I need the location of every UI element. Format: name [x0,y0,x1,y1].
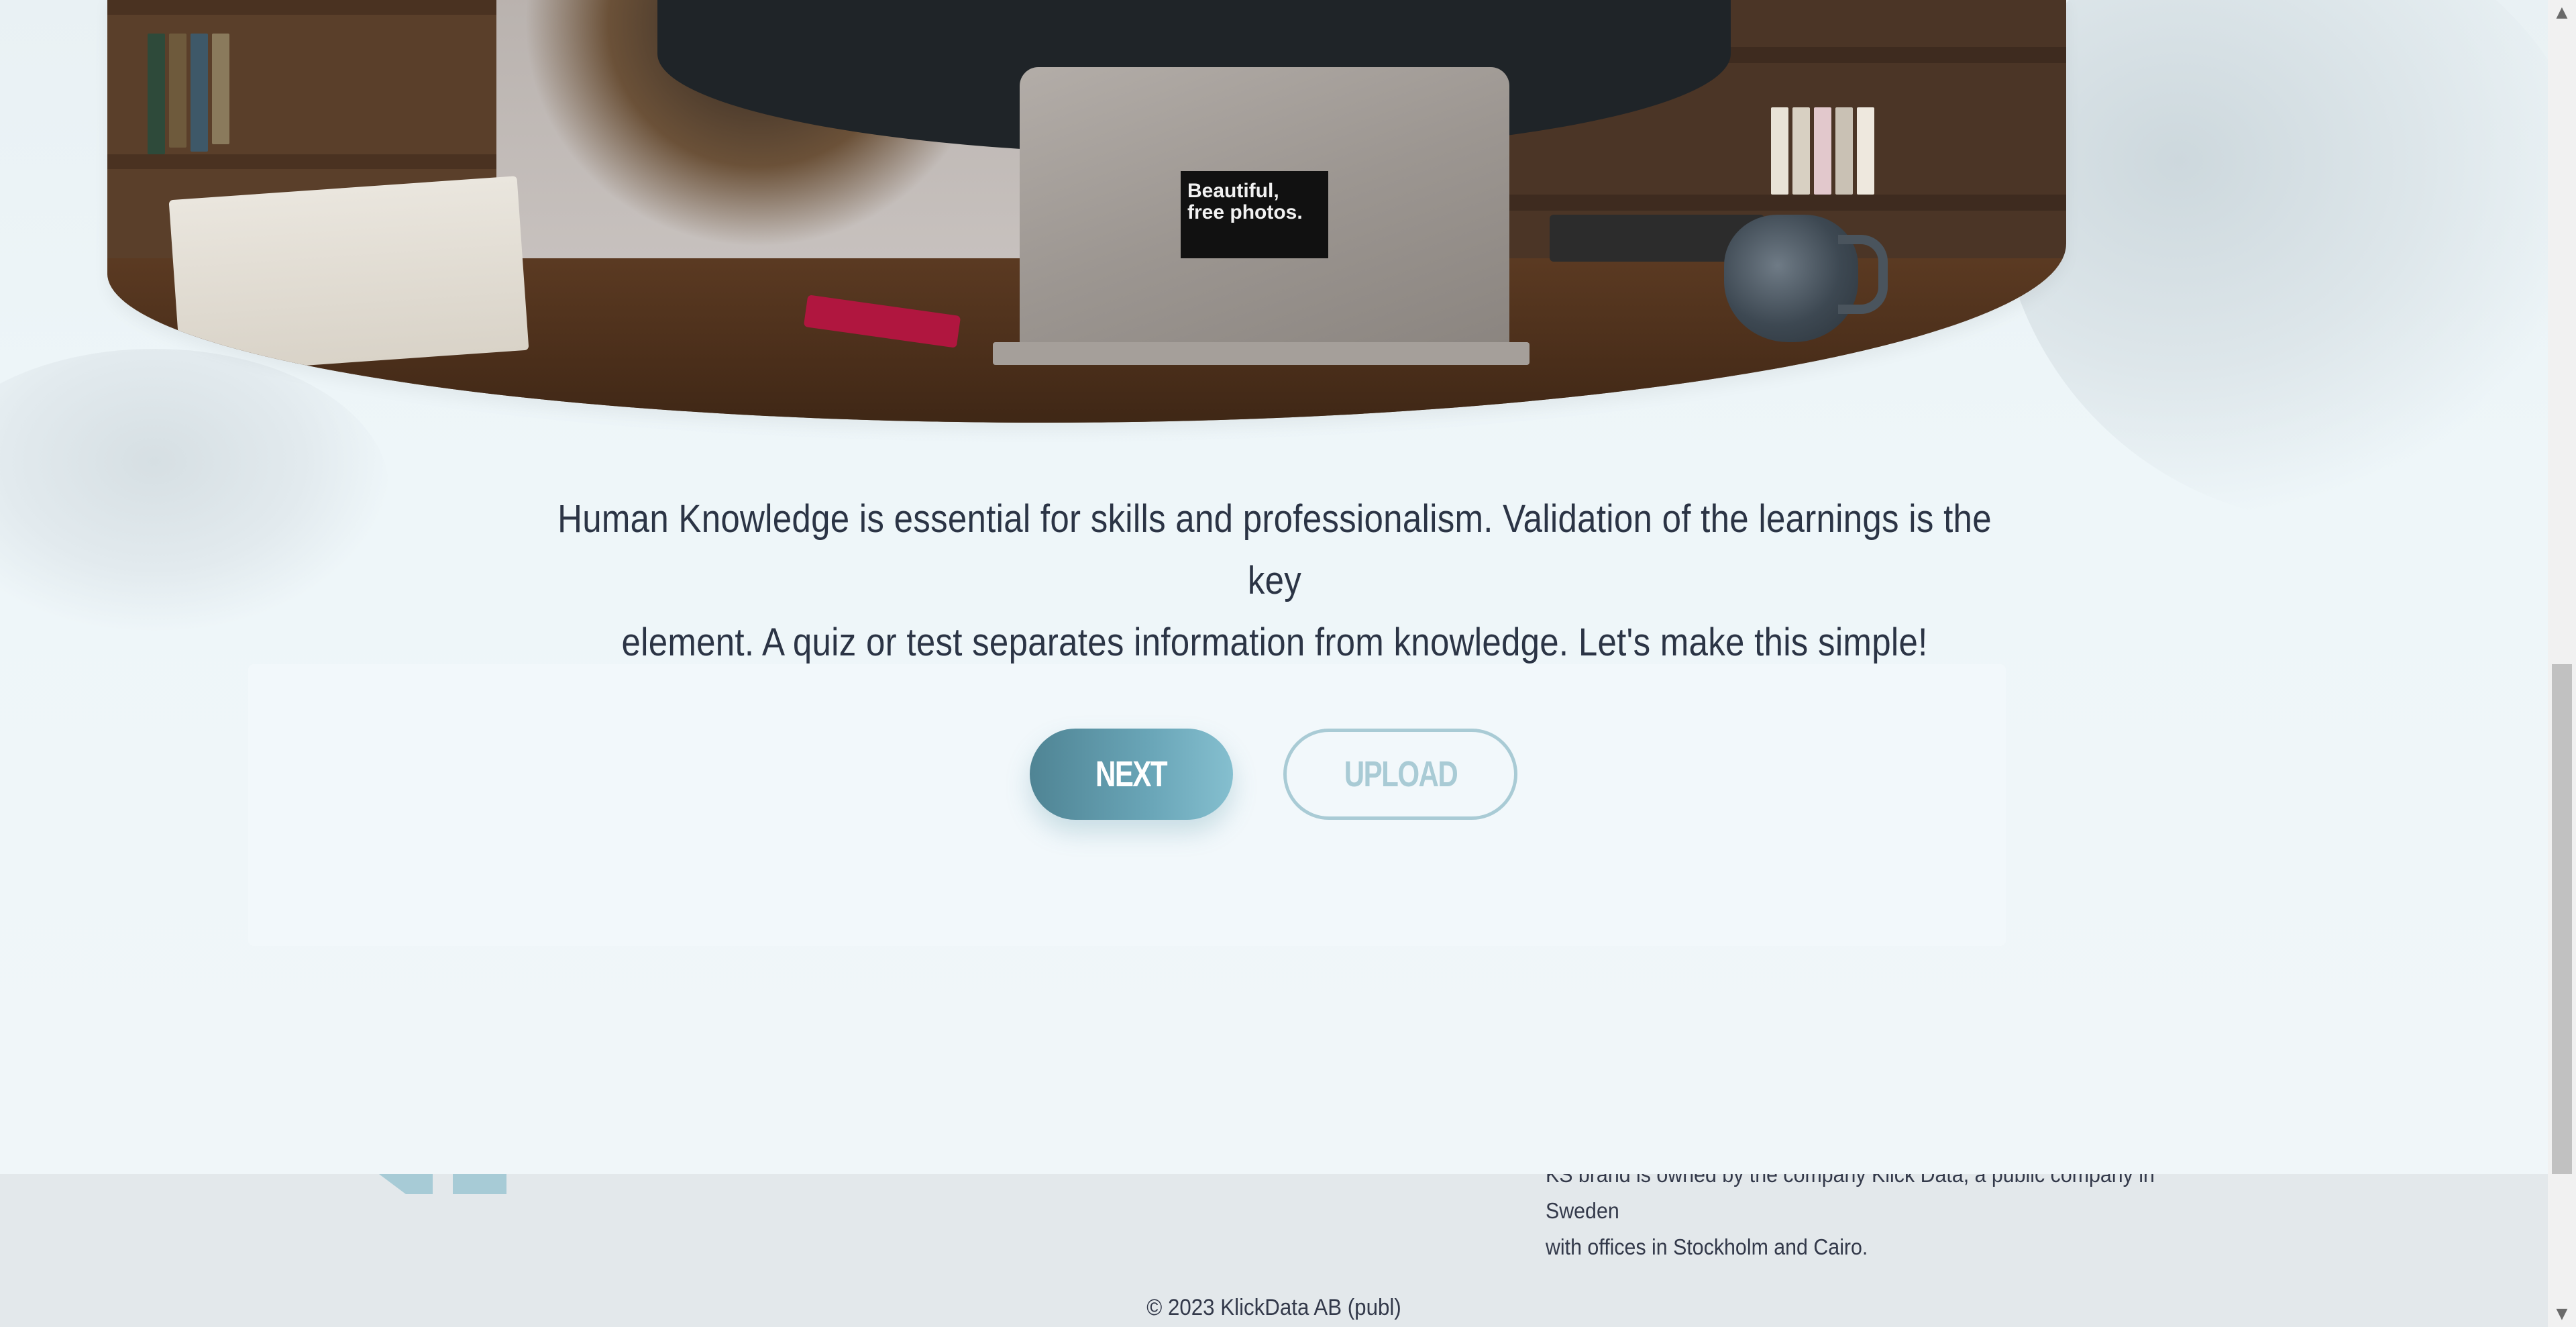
intro-text: Human Knowledge is essential for skills … [543,488,2006,674]
hero-laptop-base [993,342,1529,365]
scrollbar-thumb[interactable] [2552,664,2572,1174]
intro-line: element. A quiz or test separates inform… [621,621,1928,664]
vertical-scrollbar[interactable]: ▲ ▼ [2548,0,2576,1327]
scroll-up-arrow-icon[interactable]: ▲ [2553,4,2571,21]
next-button-label: NEXT [1095,754,1168,794]
hero-laptop-sticker: Beautiful, free photos. [1181,171,1328,258]
page: KS brand is owned by the company Klick D… [0,0,2548,1327]
upload-button[interactable]: UPLOAD [1283,729,1517,820]
sticker-line: Beautiful, [1187,180,1279,202]
sticker-line: free photos. [1187,201,1303,223]
background-decoration [1998,0,2548,523]
intro-line: Human Knowledge is essential for skills … [557,497,1992,602]
hero-papers [168,176,529,374]
upload-button-label: UPLOAD [1344,754,1458,794]
next-button[interactable]: NEXT [1030,729,1233,820]
copyright: © 2023 KlickData AB (publ) [1146,1295,1401,1320]
hero-image: Beautiful, free photos. [107,0,2066,423]
hero-mug-handle [1838,235,1888,314]
scroll-down-arrow-icon[interactable]: ▼ [2553,1306,2571,1323]
quiz-overlay: Beautiful, free photos. Human Knowledge … [0,0,2548,1174]
footer-about-line: with offices in Stockholm and Cairo. [1546,1234,1868,1259]
